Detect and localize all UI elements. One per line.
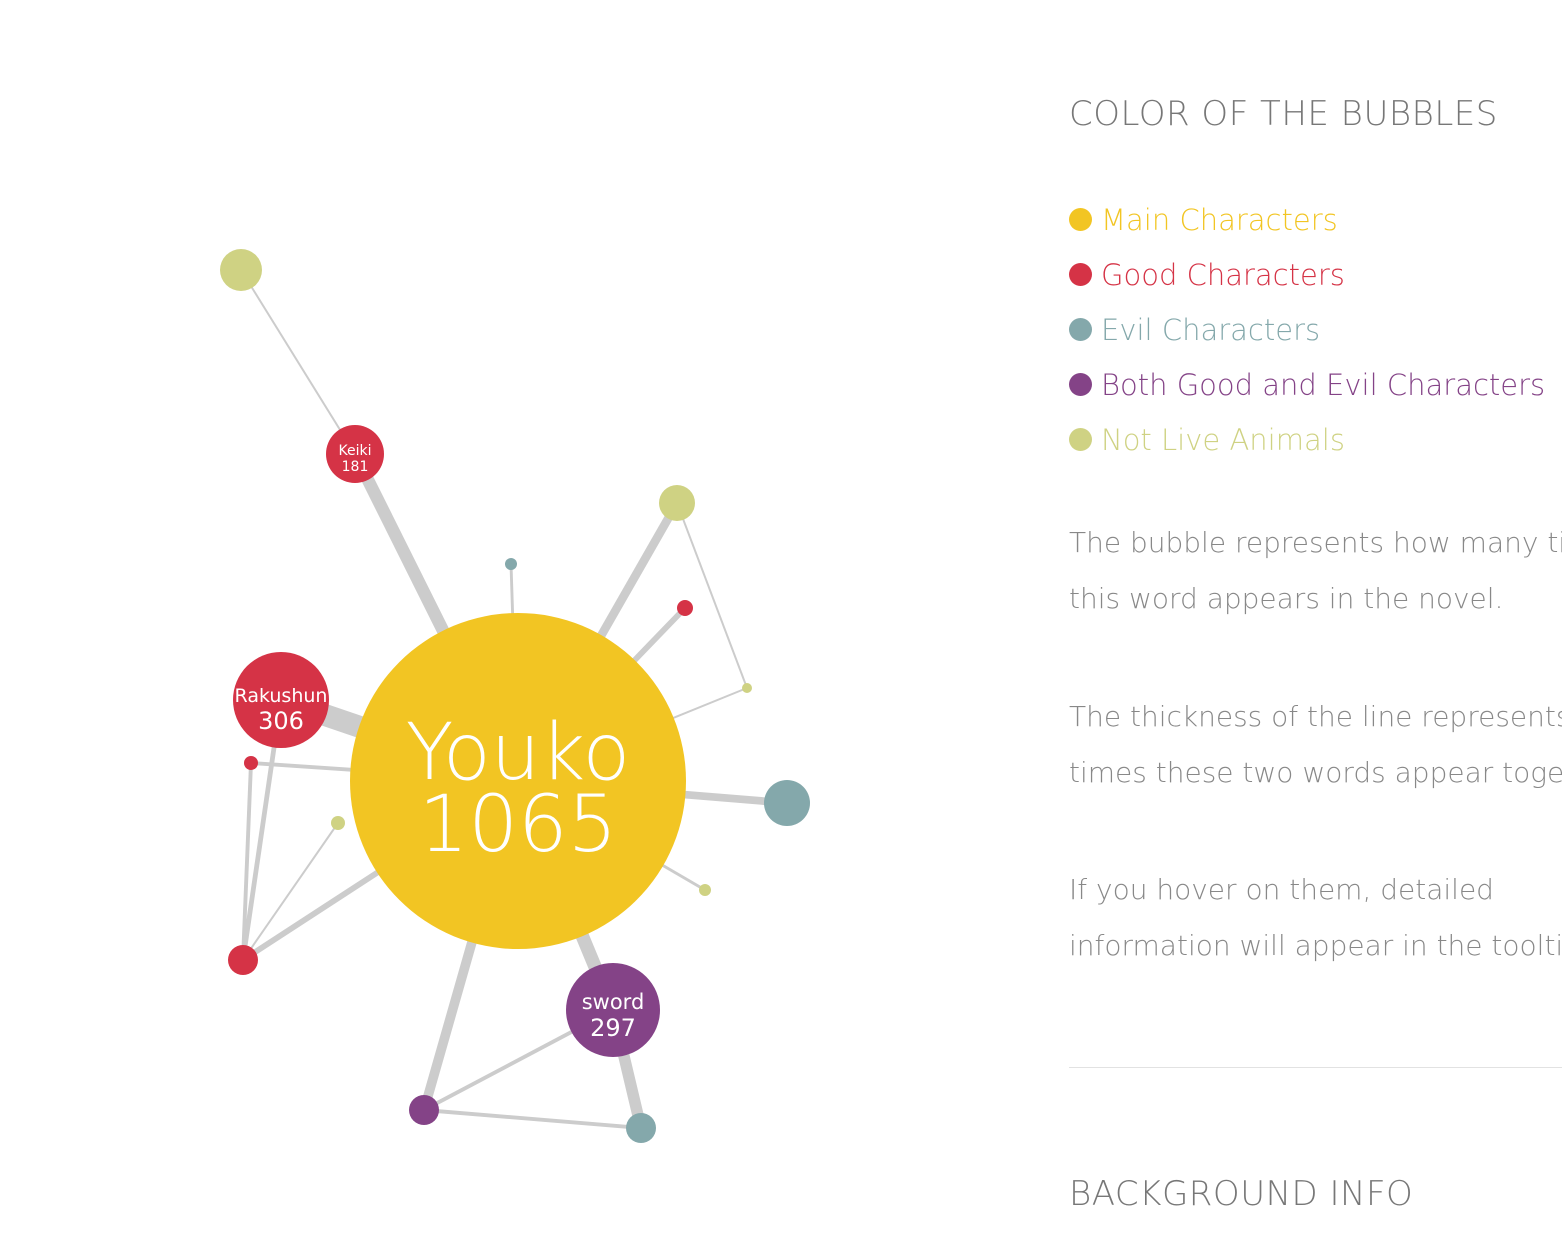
node-n-good-upper-right-small[interactable]: [677, 600, 693, 616]
node-rakushun[interactable]: Rakushun306: [233, 652, 329, 748]
legend-label-main: Main Characters: [1101, 202, 1338, 237]
section-divider: [1069, 1067, 1562, 1068]
node-n-animal-upper-right[interactable]: [659, 485, 695, 521]
node-n-animal-right-small[interactable]: [742, 683, 752, 693]
animal-color-swatch: [1069, 428, 1092, 451]
legend-label-good: Good Characters: [1101, 257, 1345, 292]
bubble-count-rakushun: 306: [258, 707, 304, 735]
node-n-evil-bottom[interactable]: [626, 1113, 656, 1143]
node-n-evil-right[interactable]: [764, 780, 810, 826]
both-color-swatch: [1069, 373, 1092, 396]
bubble-n-animal-top[interactable]: [220, 249, 262, 291]
bubble-n-good-upper-right-small[interactable]: [677, 600, 693, 616]
legend-item-good: Good Characters: [1069, 247, 1545, 302]
bubble-n-animal-lower-right-small[interactable]: [699, 884, 711, 896]
bubble-n-animal-right-small[interactable]: [742, 683, 752, 693]
link-n-animal-left-small-n-good-lower-left[interactable]: [242, 822, 339, 961]
node-n-animal-top[interactable]: [220, 249, 262, 291]
legend-item-both: Both Good and Evil Characters: [1069, 357, 1545, 412]
evil-color-swatch: [1069, 318, 1092, 341]
bubble-n-good-left-small[interactable]: [244, 756, 258, 770]
good-color-swatch: [1069, 263, 1092, 286]
legend-item-evil: Evil Characters: [1069, 302, 1545, 357]
bubble-size-note-line: The bubble represents how many times: [1069, 526, 1562, 559]
node-n-animal-left-small[interactable]: [331, 816, 345, 830]
main-color-swatch: [1069, 208, 1092, 231]
legend-label-animal: Not Live Animals: [1101, 422, 1345, 457]
bubble-n-evil-bottom[interactable]: [626, 1113, 656, 1143]
node-n-animal-lower-right-small[interactable]: [699, 884, 711, 896]
node-keiki[interactable]: Keiki181: [326, 425, 384, 483]
bubble-n-evil-top-small[interactable]: [505, 558, 517, 570]
bubble-n-both-bottom[interactable]: [409, 1095, 439, 1125]
legend-title: COLOR OF THE BUBBLES: [1069, 94, 1498, 134]
nodes-group: Youko1065Rakushun306sword297Keiki181: [220, 249, 810, 1143]
bubble-n-good-lower-left[interactable]: [228, 945, 258, 975]
link-n-both-bottom-n-evil-bottom[interactable]: [423, 1108, 642, 1130]
bubble-count-sword: 297: [590, 1014, 636, 1042]
bubble-size-note: The bubble represents how many times thi…: [1069, 515, 1562, 627]
link-n-animal-upper-right-n-animal-right-small[interactable]: [676, 502, 748, 689]
bubble-label-sword: sword: [582, 990, 645, 1014]
background-info-title: BACKGROUND INFO: [1069, 1174, 1414, 1214]
hover-note-line: information will appear in the tooltip.: [1069, 929, 1562, 962]
bubble-count-youko: 1065: [419, 780, 618, 870]
color-legend: Main Characters Good Characters Evil Cha…: [1069, 192, 1545, 467]
line-thickness-note: The thickness of the line represents how…: [1069, 689, 1562, 801]
bubble-n-evil-right[interactable]: [764, 780, 810, 826]
bubble-n-animal-left-small[interactable]: [331, 816, 345, 830]
node-n-evil-top-small[interactable]: [505, 558, 517, 570]
bubble-label-keiki: Keiki: [339, 443, 372, 459]
legend-label-both: Both Good and Evil Characters: [1101, 367, 1546, 402]
hover-note: If you hover on them, detailed informati…: [1069, 862, 1562, 974]
word-network-graph: Youko1065Rakushun306sword297Keiki181: [220, 249, 810, 1143]
line-thickness-note-line: times these two words appear together.: [1069, 756, 1562, 789]
info-panel: COLOR OF THE BUBBLES Main Characters Goo…: [1069, 0, 1562, 1258]
node-youko[interactable]: Youko1065: [350, 613, 686, 949]
legend-item-animal: Not Live Animals: [1069, 412, 1545, 467]
link-keiki-n-animal-top[interactable]: [240, 269, 356, 455]
bubble-size-note-line: this word appears in the novel.: [1069, 582, 1504, 615]
node-n-good-lower-left[interactable]: [228, 945, 258, 975]
node-sword[interactable]: sword297: [566, 963, 660, 1057]
node-n-both-bottom[interactable]: [409, 1095, 439, 1125]
legend-label-evil: Evil Characters: [1101, 312, 1321, 347]
hover-note-line: If you hover on them, detailed: [1069, 873, 1494, 906]
bubble-count-keiki: 181: [342, 459, 369, 475]
node-n-good-left-small[interactable]: [244, 756, 258, 770]
bubble-label-rakushun: Rakushun: [235, 685, 328, 707]
legend-item-main: Main Characters: [1069, 192, 1545, 247]
bubble-n-animal-upper-right[interactable]: [659, 485, 695, 521]
line-thickness-note-line: The thickness of the line represents how…: [1069, 700, 1562, 733]
